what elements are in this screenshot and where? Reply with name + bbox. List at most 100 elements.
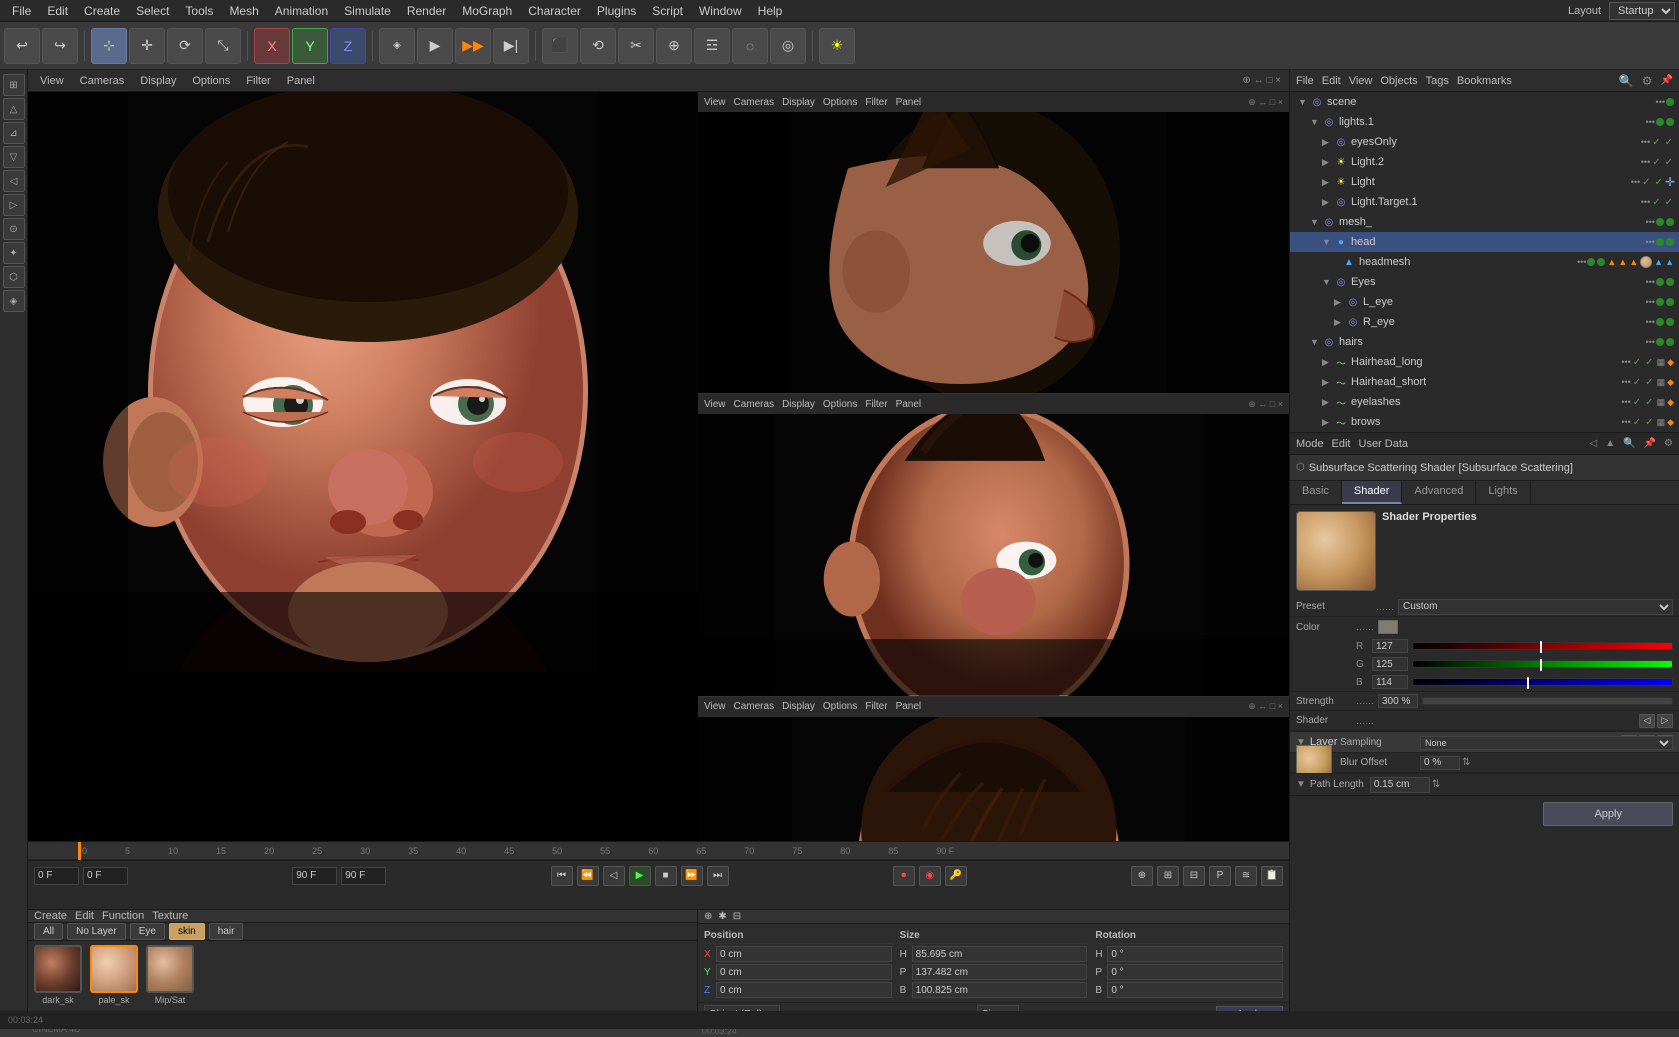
function-tab[interactable]: Function	[102, 910, 144, 922]
tag3-headmesh[interactable]: ▲	[1629, 257, 1638, 267]
shader-row-btn2[interactable]: ▷	[1657, 714, 1673, 728]
g-value[interactable]	[1372, 657, 1408, 671]
props-gear-icon[interactable]: ⚙	[1664, 438, 1673, 449]
light-tool-btn[interactable]: ☀	[819, 28, 855, 64]
rot-b-input[interactable]	[1107, 982, 1283, 998]
attrs-btn3[interactable]: ⊟	[733, 911, 741, 922]
viewport-top-right[interactable]: View Cameras Display Options Filter Pane…	[698, 92, 1289, 394]
blur-offset-val[interactable]	[1420, 756, 1460, 770]
obj-headmesh[interactable]: ▲ headmesh ••• ▲ ▲ ▲ ▲ ▲	[1290, 252, 1679, 272]
magnet-btn[interactable]: ⊕	[656, 28, 692, 64]
end-frame-input2[interactable]	[341, 867, 386, 885]
vbr-view[interactable]: View	[704, 701, 726, 712]
tl-extra5[interactable]: ≋	[1235, 866, 1257, 886]
viewport-options-btn[interactable]: Options	[188, 74, 234, 88]
redo-btn[interactable]: ↪	[42, 28, 78, 64]
light-move-icon[interactable]: ✛	[1665, 175, 1675, 189]
scale-tool-btn[interactable]: ⤡	[205, 28, 241, 64]
viewport-view-btn[interactable]: View	[36, 74, 68, 88]
strength-slider[interactable]	[1422, 697, 1673, 705]
filter-eye[interactable]: Eye	[130, 923, 165, 940]
obj-light[interactable]: ▶ ☀ Light ••• ✓ ✓ ✛	[1290, 172, 1679, 192]
props-pin-icon[interactable]: 📌	[1644, 438, 1656, 449]
pos-y-input[interactable]	[716, 964, 892, 980]
attrs-btn1[interactable]: ⊕	[704, 911, 712, 922]
pos-x-input[interactable]	[716, 946, 892, 962]
menu-edit[interactable]: Edit	[39, 2, 76, 20]
path-length-val[interactable]	[1370, 777, 1430, 793]
menu-window[interactable]: Window	[691, 2, 750, 20]
preset-select[interactable]: Custom	[1398, 599, 1673, 615]
props-collapse-icon[interactable]: ◁	[1590, 438, 1598, 449]
obj-lighttarget[interactable]: ▶ ◎ Light.Target.1 ••• ✓ ✓	[1290, 192, 1679, 212]
tl-extra3[interactable]: ⊟	[1183, 866, 1205, 886]
vmr-display[interactable]: Display	[782, 399, 815, 410]
tab-lights[interactable]: Lights	[1476, 481, 1530, 504]
filter-hair[interactable]: hair	[209, 923, 244, 940]
pm-edit[interactable]: Edit	[1332, 438, 1351, 450]
auto-key-btn[interactable]: ◉	[919, 866, 941, 886]
end-frame-input[interactable]	[292, 867, 337, 885]
menu-mograph[interactable]: MoGraph	[454, 2, 520, 20]
path-expand-icon[interactable]: ▼	[1296, 779, 1306, 790]
menu-help[interactable]: Help	[750, 2, 791, 20]
menu-file[interactable]: File	[4, 2, 39, 20]
vbr-options[interactable]: Options	[823, 701, 857, 712]
select-tool-btn[interactable]: ⊹	[91, 28, 127, 64]
filter-all[interactable]: All	[34, 923, 63, 940]
mat-tag-headmesh[interactable]	[1640, 256, 1652, 268]
viewport-filter-btn[interactable]: Filter	[242, 74, 274, 88]
view-tool-7[interactable]: ⊙	[3, 218, 25, 240]
vbr-display[interactable]: Display	[782, 701, 815, 712]
strength-value[interactable]	[1378, 694, 1418, 708]
menu-plugins[interactable]: Plugins	[589, 2, 644, 20]
view-tool-8[interactable]: ✦	[3, 242, 25, 264]
r-value[interactable]	[1372, 639, 1408, 653]
loop-btn[interactable]: ⟲	[580, 28, 616, 64]
obj-head[interactable]: ▼ ● head •••	[1290, 232, 1679, 252]
current-time-input[interactable]	[83, 867, 128, 885]
obj-leye[interactable]: ▶ ◎ L_eye •••	[1290, 292, 1679, 312]
stop-btn[interactable]: ■	[655, 866, 677, 886]
om-search-icon[interactable]: 🔍	[1619, 74, 1634, 88]
tl-extra6[interactable]: 📋	[1261, 866, 1283, 886]
om-file[interactable]: File	[1296, 75, 1314, 87]
material-mip[interactable]: Mip/Sat	[146, 945, 194, 1005]
vtr-cameras[interactable]: Cameras	[734, 97, 775, 108]
menu-script[interactable]: Script	[644, 2, 691, 20]
g-slider[interactable]	[1412, 660, 1673, 668]
rotate-tool-btn[interactable]: ⟳	[167, 28, 203, 64]
obj-hairshort[interactable]: ▶ 〜 Hairhead_short ••• ✓ ✓ ▦ ◆	[1290, 372, 1679, 392]
tab-basic[interactable]: Basic	[1290, 481, 1342, 504]
pm-mode[interactable]: Mode	[1296, 438, 1324, 450]
go-end-btn[interactable]: ⏭	[707, 866, 729, 886]
tl-extra1[interactable]: ⊕	[1131, 866, 1153, 886]
main-viewport[interactable]	[28, 92, 698, 841]
props-up-icon[interactable]: ▲	[1605, 438, 1615, 449]
viewport-bottom-right[interactable]: View Cameras Display Options Filter Pane…	[698, 697, 1289, 841]
play-btn[interactable]: ▶	[629, 866, 651, 886]
sampling-select[interactable]: None	[1420, 736, 1673, 750]
material-mip-thumb[interactable]	[146, 945, 194, 993]
om-pin-icon[interactable]: 📌	[1661, 75, 1673, 86]
view-tool-5[interactable]: ◁	[3, 170, 25, 192]
pm-userdata[interactable]: User Data	[1359, 438, 1409, 450]
menu-simulate[interactable]: Simulate	[336, 2, 399, 20]
vbr-cameras[interactable]: Cameras	[734, 701, 775, 712]
om-edit[interactable]: Edit	[1322, 75, 1341, 87]
view-tool-1[interactable]: ⊞	[3, 74, 25, 96]
om-tags[interactable]: Tags	[1426, 75, 1449, 87]
vbr-panel[interactable]: Panel	[896, 701, 922, 712]
filter-skin[interactable]: skin	[169, 923, 205, 940]
menu-create[interactable]: Create	[76, 2, 128, 20]
layout-select[interactable]: Startup	[1609, 2, 1675, 20]
record-btn[interactable]: ⏺	[893, 866, 915, 886]
size-z-input[interactable]	[912, 982, 1088, 998]
vbr-filter[interactable]: Filter	[865, 701, 887, 712]
undo-btn[interactable]: ↩	[4, 28, 40, 64]
menu-render[interactable]: Render	[399, 2, 454, 20]
stamp-btn[interactable]: ◌	[732, 28, 768, 64]
view-tool-2[interactable]: △	[3, 98, 25, 120]
size-x-input[interactable]	[912, 946, 1088, 962]
go-start-btn[interactable]: ⏮	[551, 866, 573, 886]
